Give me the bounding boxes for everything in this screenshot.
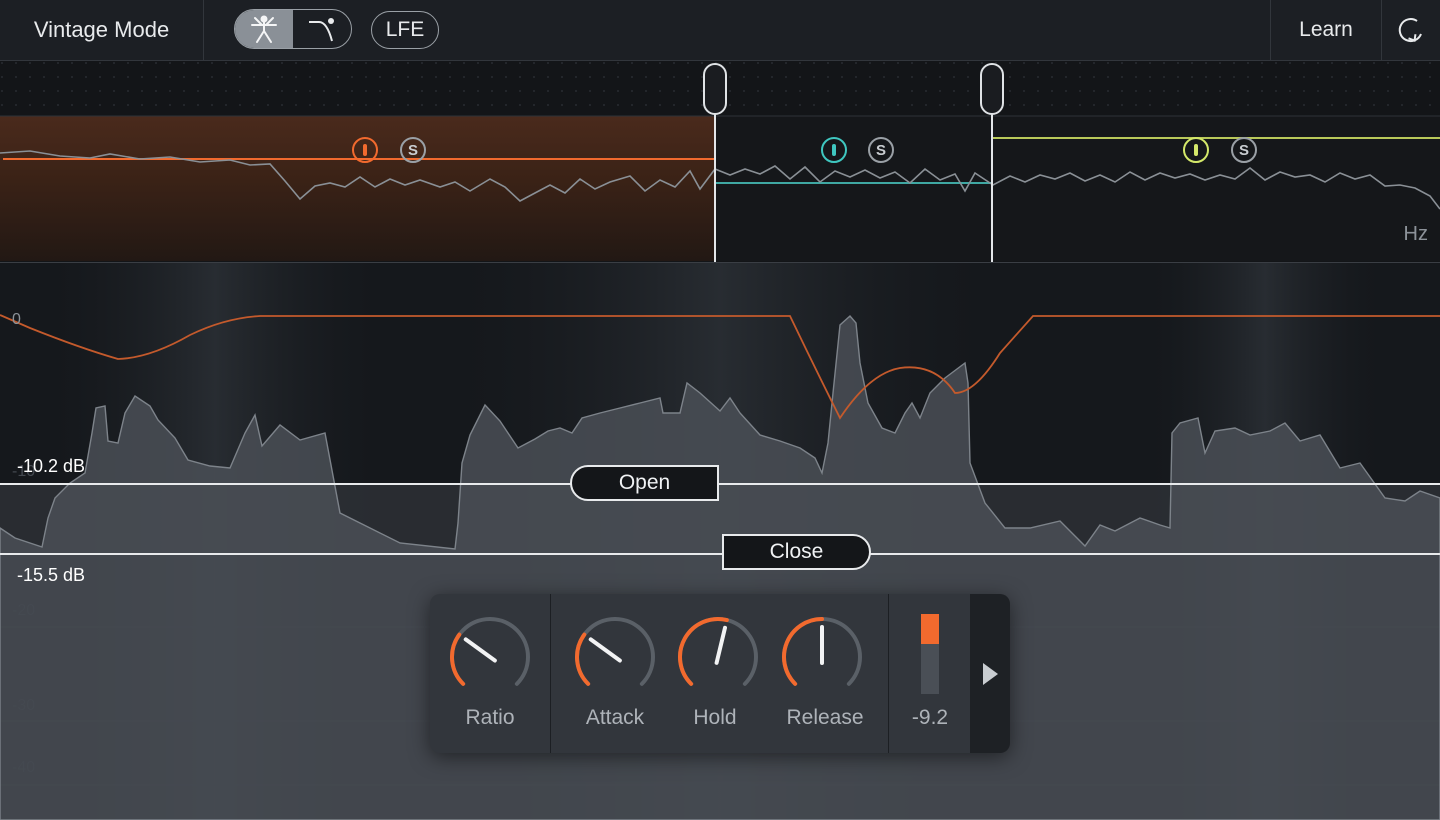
open-threshold-value: -10.2 dB — [17, 456, 85, 477]
vocal-mode-button[interactable] — [235, 10, 293, 48]
bypass-icon — [832, 144, 836, 156]
vintage-mode-button[interactable]: Vintage Mode — [0, 0, 204, 60]
open-threshold-handle[interactable]: Open — [570, 465, 719, 501]
curve-icon — [305, 14, 339, 44]
vocal-figure-icon — [247, 14, 281, 44]
attack-label: Attack — [560, 706, 670, 730]
play-arrow-icon — [980, 661, 1000, 687]
band-high-bypass-button[interactable] — [1183, 137, 1209, 163]
ratio-knob[interactable] — [445, 612, 535, 702]
bypass-icon — [363, 144, 367, 156]
knob-indicator — [591, 639, 620, 660]
release-knob[interactable] — [777, 612, 867, 702]
expand-panel-button[interactable] — [970, 594, 1010, 753]
knob-value-arc — [784, 619, 822, 684]
band-low-bypass-button[interactable] — [352, 137, 378, 163]
panel-divider — [888, 594, 889, 753]
knob-value-arc — [452, 635, 463, 684]
crossover-spectrum: S S S Hz — [0, 61, 1440, 263]
gain-reduction-meter — [921, 614, 939, 694]
close-threshold-handle[interactable]: Close — [722, 534, 871, 570]
grid-label: -40 — [12, 759, 35, 777]
band-high-solo-button[interactable]: S — [1231, 137, 1257, 163]
bypass-icon — [1194, 144, 1198, 156]
hold-label: Hold — [660, 706, 770, 730]
learn-button[interactable]: Learn — [1270, 0, 1382, 60]
gate-control-panel: Ratio Attack Hold Release -9.2 — [430, 594, 1010, 753]
grid-label-zero: 0 — [12, 311, 21, 329]
top-bar: Vintage Mode LFE Learn — [0, 0, 1440, 61]
attack-knob[interactable] — [570, 612, 660, 702]
lfe-button[interactable]: LFE — [371, 11, 439, 49]
meter-value: -9.2 — [900, 706, 960, 730]
crossover-handle-1[interactable] — [703, 63, 727, 115]
panel-divider — [550, 594, 551, 753]
band-mid-solo-button[interactable]: S — [868, 137, 894, 163]
grid-label: -30 — [12, 697, 35, 715]
close-threshold-value: -15.5 dB — [17, 565, 85, 586]
refresh-button[interactable] — [1382, 0, 1440, 60]
meter-fill — [921, 614, 939, 644]
knob-indicator — [466, 639, 495, 660]
ratio-label: Ratio — [435, 706, 545, 730]
band-low-solo-button[interactable]: S — [400, 137, 426, 163]
release-label: Release — [770, 706, 880, 730]
knob-indicator — [717, 628, 725, 663]
crossover-handle-2[interactable] — [980, 63, 1004, 115]
frequency-unit-label: Hz — [1404, 223, 1428, 246]
knob-track — [452, 619, 528, 684]
hold-knob[interactable] — [673, 612, 763, 702]
band-mid-bypass-button[interactable] — [821, 137, 847, 163]
mode-toggle-group — [234, 9, 352, 49]
knob-track — [577, 619, 653, 684]
refresh-icon — [1395, 14, 1427, 46]
curve-mode-button[interactable] — [293, 10, 351, 48]
grid-label: -20 — [12, 602, 35, 620]
knob-value-arc — [577, 635, 588, 684]
